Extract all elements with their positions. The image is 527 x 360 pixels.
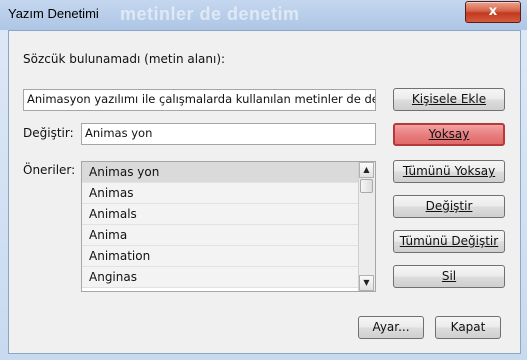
ignore-all-label: Tümünü Yoksay [402, 164, 496, 178]
ignore-button[interactable]: Yoksay [393, 123, 505, 146]
change-label: Değiştir [425, 199, 473, 213]
settings-button[interactable]: Ayar... [358, 316, 424, 339]
delete-label: Sil [441, 269, 457, 283]
close-window-button[interactable]: x [465, 1, 521, 23]
suggestions-list[interactable]: Animas yon Animas Animals Anima Animatio… [81, 161, 376, 292]
close-label: Kapat [450, 320, 486, 334]
add-to-personal-label: Kişisele Ekle [411, 92, 487, 106]
not-found-label: Sözcük bulunamadı (metin alanı): [23, 52, 226, 66]
title-bar[interactable]: metinler de denetim Yazım Denetimi x [0, 0, 527, 30]
change-all-label: Tümünü Değiştir [399, 234, 499, 248]
list-item[interactable]: Animas yon [82, 162, 360, 183]
dialog-client-area: Sözcük bulunamadı (metin alanı): Animasy… [8, 30, 521, 354]
close-icon: x [488, 4, 498, 19]
ignore-all-button[interactable]: Tümünü Yoksay [393, 160, 505, 183]
change-to-input[interactable]: Animas yon [81, 123, 376, 145]
settings-label: Ayar... [372, 320, 410, 334]
scroll-down-icon[interactable]: ▼ [359, 275, 374, 291]
close-button[interactable]: Kapat [435, 316, 501, 339]
list-item[interactable]: Anima [82, 225, 360, 246]
list-item[interactable]: Animation [82, 246, 360, 267]
suggestions-scrollbar[interactable]: ▲ ▼ [358, 162, 375, 291]
context-text-field[interactable]: Animasyon yazılımı ile çalışmalarda kull… [23, 89, 376, 111]
window-title: Yazım Denetimi [8, 6, 99, 21]
list-item[interactable]: Animals [82, 204, 360, 225]
change-all-button[interactable]: Tümünü Değiştir [393, 230, 505, 253]
dialog-window: metinler de denetim Yazım Denetimi x Söz… [0, 0, 527, 360]
change-to-label: Değiştir: [23, 126, 74, 140]
ignore-label: Yoksay [428, 127, 470, 141]
change-button[interactable]: Değiştir [393, 195, 505, 218]
delete-button[interactable]: Sil [393, 265, 505, 288]
scroll-up-icon[interactable]: ▲ [359, 162, 374, 178]
list-item[interactable]: Anginas [82, 267, 360, 288]
add-to-personal-button[interactable]: Kişisele Ekle [393, 88, 505, 111]
scrollbar-thumb[interactable] [360, 179, 373, 193]
list-item[interactable]: Animas [82, 183, 360, 204]
suggestions-label: Öneriler: [23, 163, 76, 177]
background-title-text: metinler de denetim [120, 4, 300, 24]
